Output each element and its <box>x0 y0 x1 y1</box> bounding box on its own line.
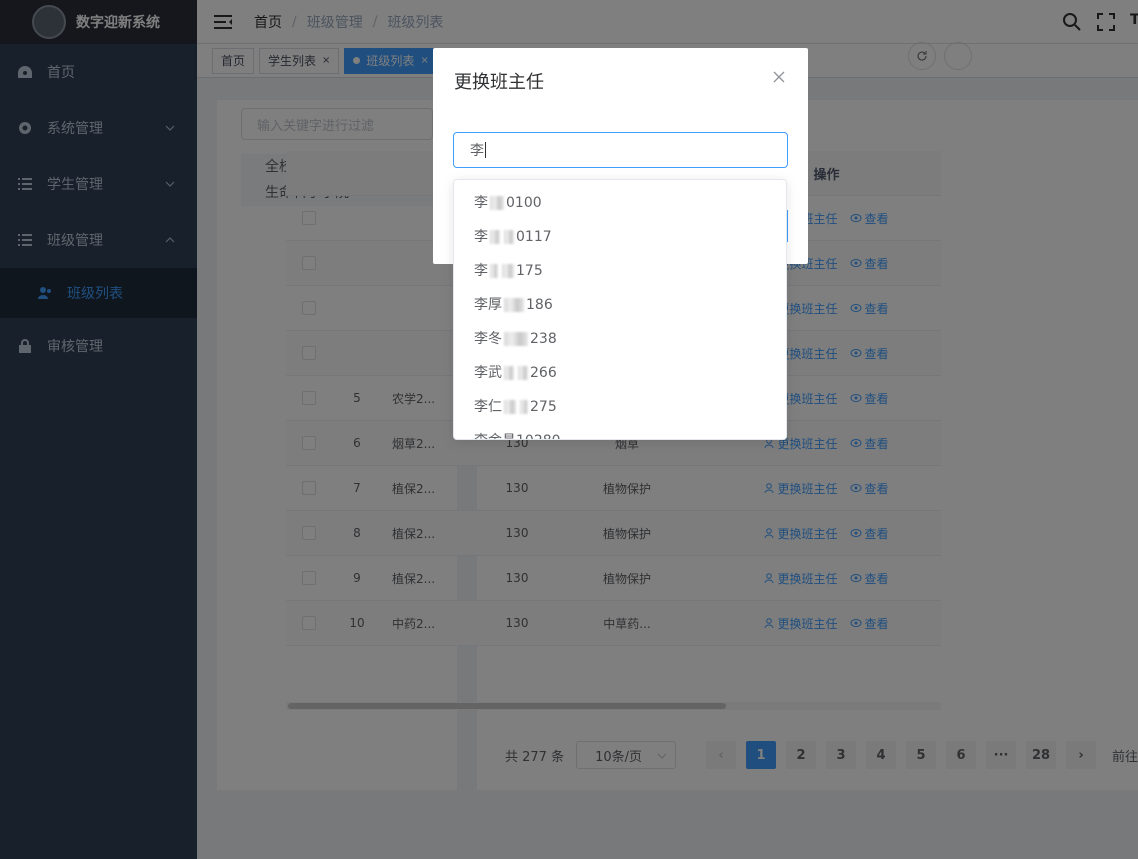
redacted-mask <box>504 366 514 380</box>
dialog-title: 更换班主任 <box>454 72 544 93</box>
option-id: 10280 <box>516 424 561 439</box>
redacted-mask <box>520 400 528 414</box>
option-name: 李 <box>474 263 488 279</box>
redacted-mask <box>490 230 500 244</box>
teacher-search-value: 李 <box>470 143 484 159</box>
option-id: 275 <box>530 399 557 415</box>
option-name: 李金昌 <box>474 424 516 439</box>
option-id: 175 <box>516 263 543 279</box>
redacted-mask <box>518 366 528 380</box>
option-name: 李厚 <box>474 297 502 313</box>
option-id: 266 <box>530 365 557 381</box>
option-id: 0100 <box>506 195 542 211</box>
teacher-option[interactable]: 李 0117 <box>454 220 786 254</box>
redacted-mask <box>490 264 498 278</box>
teacher-option[interactable]: 李 175 <box>454 254 786 288</box>
teacher-option[interactable]: 李 0100 <box>454 186 786 220</box>
teacher-suggestions-dropdown: 李 0100 李 0117 李 175 李厚 186 李冬 238 李武 266 李仁 275 李金昌102… <box>453 179 787 440</box>
option-id: 186 <box>526 297 553 313</box>
option-id: 238 <box>530 331 557 347</box>
teacher-search-input[interactable]: 李 <box>453 132 788 168</box>
option-name: 李 <box>474 195 488 211</box>
redacted-mask <box>504 400 516 414</box>
teacher-option[interactable]: 李冬 238 <box>454 322 786 356</box>
teacher-option[interactable]: 李仁 275 <box>454 390 786 424</box>
redacted-mask <box>504 230 514 244</box>
option-name: 李 <box>474 229 488 245</box>
option-name: 李武 <box>474 365 502 381</box>
redacted-mask <box>502 264 514 278</box>
teacher-option[interactable]: 李武 266 <box>454 356 786 390</box>
close-icon[interactable] <box>772 70 786 84</box>
redacted-mask <box>490 196 504 210</box>
teacher-option[interactable]: 李厚 186 <box>454 288 786 322</box>
option-name: 李冬 <box>474 331 502 347</box>
redacted-mask <box>504 298 524 312</box>
teacher-option[interactable]: 李金昌10280 <box>454 424 786 439</box>
option-name: 李仁 <box>474 399 502 415</box>
option-id: 0117 <box>516 229 552 245</box>
redacted-mask <box>504 332 528 346</box>
